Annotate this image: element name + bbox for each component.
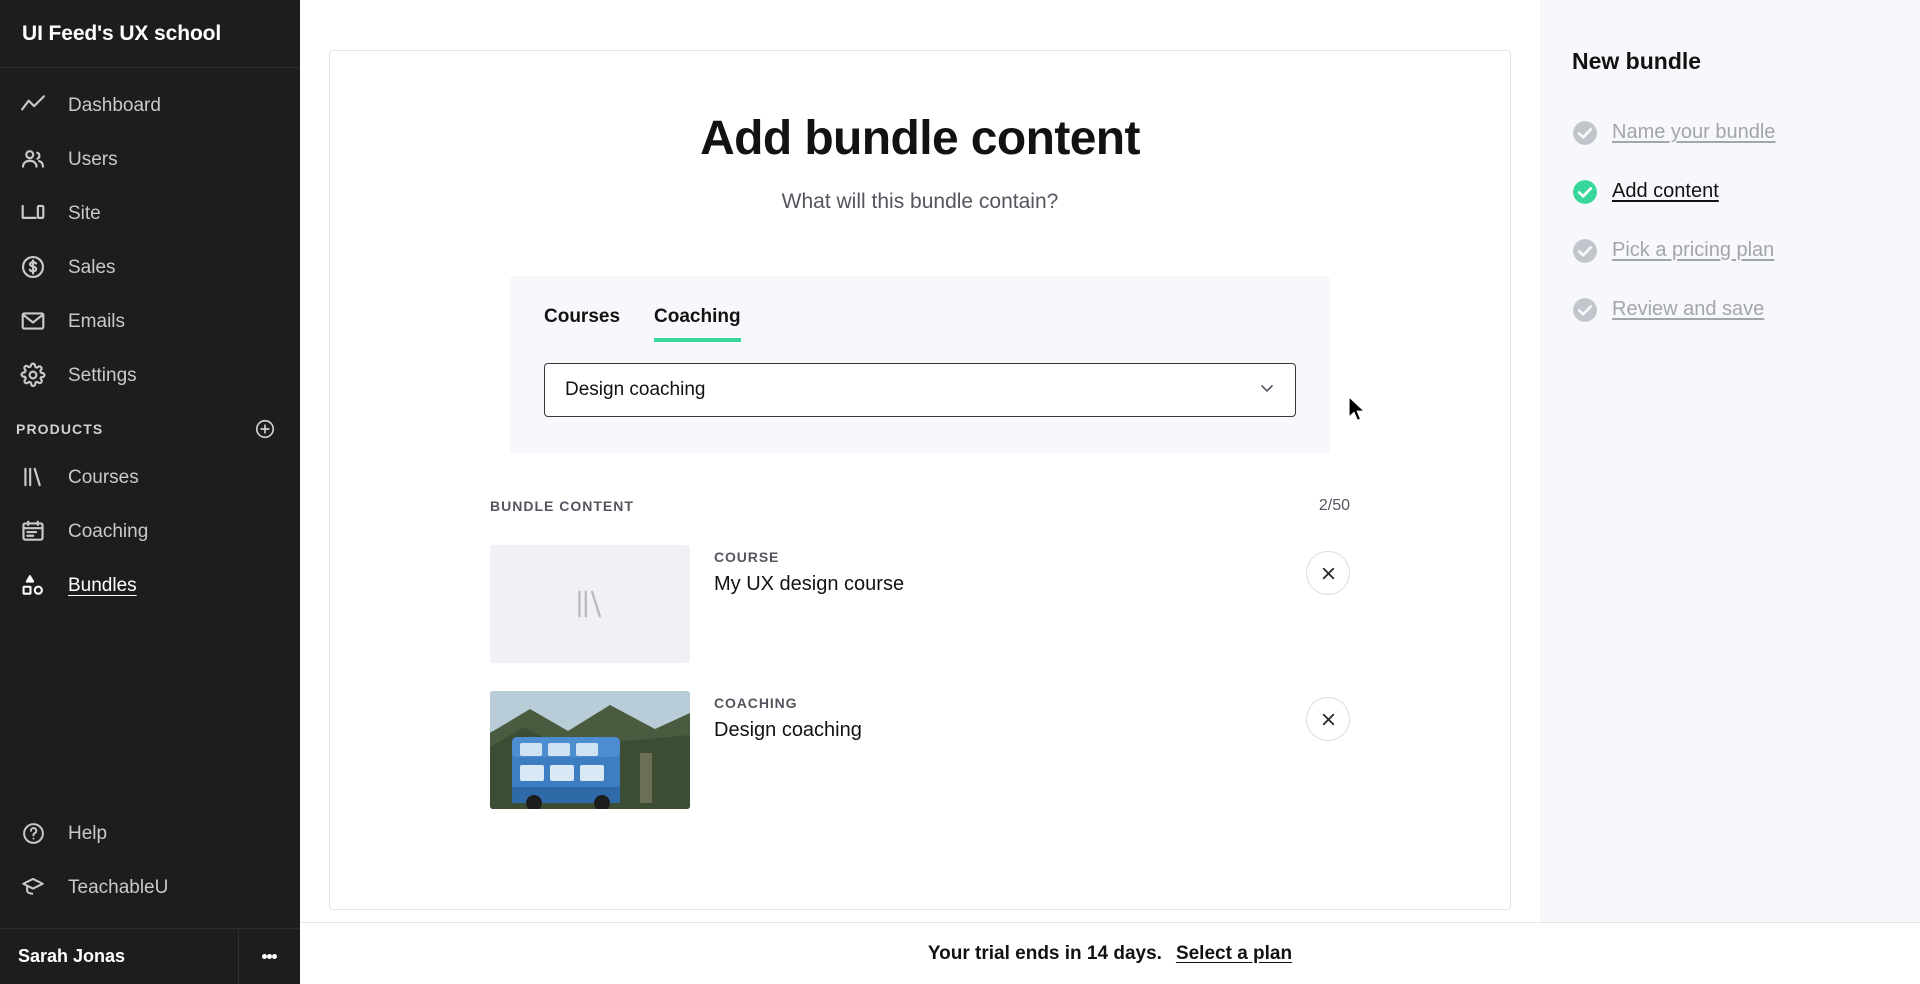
bundle-content-card: Add bundle content What will this bundle… <box>329 50 1511 910</box>
step-name-your-bundle[interactable]: Name your bundle <box>1572 103 1920 162</box>
devices-icon <box>16 198 50 228</box>
coaching-thumbnail-image <box>490 691 690 809</box>
sidebar-label-dashboard: Dashboard <box>68 94 161 116</box>
sidebar-item-help[interactable]: Help <box>0 806 300 860</box>
picker-tabs: Courses Coaching <box>544 306 1296 342</box>
step-label: Name your bundle <box>1612 121 1776 143</box>
bundle-content-header: BUNDLE CONTENT 2/50 <box>490 497 1350 515</box>
trial-banner: Your trial ends in 14 days. Select a pla… <box>300 922 1920 984</box>
envelope-icon <box>16 306 50 336</box>
shapes-icon <box>16 570 50 600</box>
brand-title: UI Feed's UX school <box>0 0 300 68</box>
user-menu-icon[interactable] <box>238 928 300 984</box>
sidebar-label-sales: Sales <box>68 256 116 278</box>
new-bundle-steps-panel: New bundle Name your bundle Add content … <box>1540 0 1920 984</box>
select-a-plan-link[interactable]: Select a plan <box>1176 943 1292 965</box>
content-picker-panel: Courses Coaching Design coaching <box>510 276 1330 453</box>
sidebar-label-site: Site <box>68 202 101 224</box>
list-item-body: COURSE My UX design course <box>690 545 1306 596</box>
users-icon <box>16 144 50 174</box>
remove-item-button[interactable] <box>1306 551 1350 595</box>
steps-list: Name your bundle Add content Pick a pric… <box>1572 103 1920 339</box>
bundle-content-list: COURSE My UX design course COACHING Desi… <box>490 533 1350 825</box>
step-add-content[interactable]: Add content <box>1572 162 1920 221</box>
card-inner: Add bundle content What will this bundle… <box>330 51 1510 825</box>
list-item: COURSE My UX design course <box>490 533 1350 679</box>
sidebar-item-emails[interactable]: Emails <box>0 294 300 348</box>
main-content: Add bundle content What will this bundle… <box>300 0 1540 984</box>
sidebar-item-courses[interactable]: Courses <box>0 450 300 504</box>
calendar-icon <box>16 516 50 546</box>
sidebar-label-coaching: Coaching <box>68 520 149 542</box>
step-label: Pick a pricing plan <box>1612 239 1775 261</box>
step-label: Review and save <box>1612 298 1765 320</box>
trend-line-icon <box>16 90 50 120</box>
remove-item-button[interactable] <box>1306 697 1350 741</box>
trial-message: Your trial ends in 14 days. <box>927 942 1162 964</box>
chevron-down-icon <box>1257 378 1277 403</box>
sidebar-item-sales[interactable]: Sales <box>0 240 300 294</box>
sidebar-label-teachableu: TeachableU <box>68 876 169 898</box>
sidebar-item-site[interactable]: Site <box>0 186 300 240</box>
sidebar-bottom-nav: Help TeachableU <box>0 806 300 928</box>
steps-panel-title: New bundle <box>1572 48 1702 74</box>
list-item-title: My UX design course <box>714 573 905 595</box>
sidebar-label-emails: Emails <box>68 310 126 332</box>
sidebar-item-dashboard[interactable]: Dashboard <box>0 78 300 132</box>
left-sidebar: UI Feed's UX school Dashboard Users Site <box>0 0 300 984</box>
products-section-header: PRODUCTS <box>0 402 300 450</box>
sidebar-label-settings: Settings <box>68 364 137 386</box>
question-circle-icon <box>16 818 50 848</box>
sidebar-label-help: Help <box>68 822 108 844</box>
graduation-cap-icon <box>16 872 50 902</box>
list-item-body: COACHING Design coaching <box>690 691 1306 742</box>
sidebar-label-bundles: Bundles <box>68 574 137 596</box>
list-item: COACHING Design coaching <box>490 679 1350 825</box>
step-review-and-save[interactable]: Review and save <box>1572 280 1920 339</box>
sidebar-label-users: Users <box>68 148 118 170</box>
check-circle-icon <box>1572 120 1598 146</box>
dollar-circle-icon <box>16 252 50 282</box>
sidebar-item-settings[interactable]: Settings <box>0 348 300 402</box>
check-circle-icon <box>1572 297 1598 323</box>
coaching-select[interactable]: Design coaching <box>544 363 1296 417</box>
bundle-content-count: 2/50 <box>1318 497 1350 514</box>
check-circle-icon <box>1572 238 1598 264</box>
sidebar-item-users[interactable]: Users <box>0 132 300 186</box>
app-root: UI Feed's UX school Dashboard Users Site <box>0 0 1920 984</box>
mouse-cursor <box>1347 395 1367 429</box>
coaching-select-value: Design coaching <box>565 379 706 400</box>
add-product-icon[interactable] <box>254 418 276 440</box>
sidebar-item-bundles[interactable]: Bundles <box>0 558 300 612</box>
bundle-content-label: BUNDLE CONTENT <box>490 498 634 514</box>
primary-nav: Dashboard Users Site Sales Emails Settin… <box>0 68 300 612</box>
tab-coaching[interactable]: Coaching <box>654 306 741 342</box>
course-thumbnail-placeholder <box>490 545 690 663</box>
check-circle-icon <box>1572 179 1598 205</box>
products-section-label: PRODUCTS <box>16 421 104 437</box>
sidebar-label-courses: Courses <box>68 466 139 488</box>
tab-courses[interactable]: Courses <box>544 306 620 342</box>
gear-icon <box>16 360 50 390</box>
step-label: Add content <box>1612 180 1719 202</box>
list-item-kind: COURSE <box>714 549 780 565</box>
user-bar: Sarah Jonas <box>0 928 300 984</box>
step-pick-a-pricing-plan[interactable]: Pick a pricing plan <box>1572 221 1920 280</box>
list-item-kind: COACHING <box>714 695 798 711</box>
page-subtitle: What will this bundle contain? <box>781 190 1059 213</box>
list-item-title: Design coaching <box>714 719 862 741</box>
books-icon <box>16 462 50 492</box>
sidebar-item-teachableu[interactable]: TeachableU <box>0 860 300 914</box>
page-title: Add bundle content <box>700 112 1140 165</box>
sidebar-item-coaching[interactable]: Coaching <box>0 504 300 558</box>
user-name: Sarah Jonas <box>18 946 126 966</box>
